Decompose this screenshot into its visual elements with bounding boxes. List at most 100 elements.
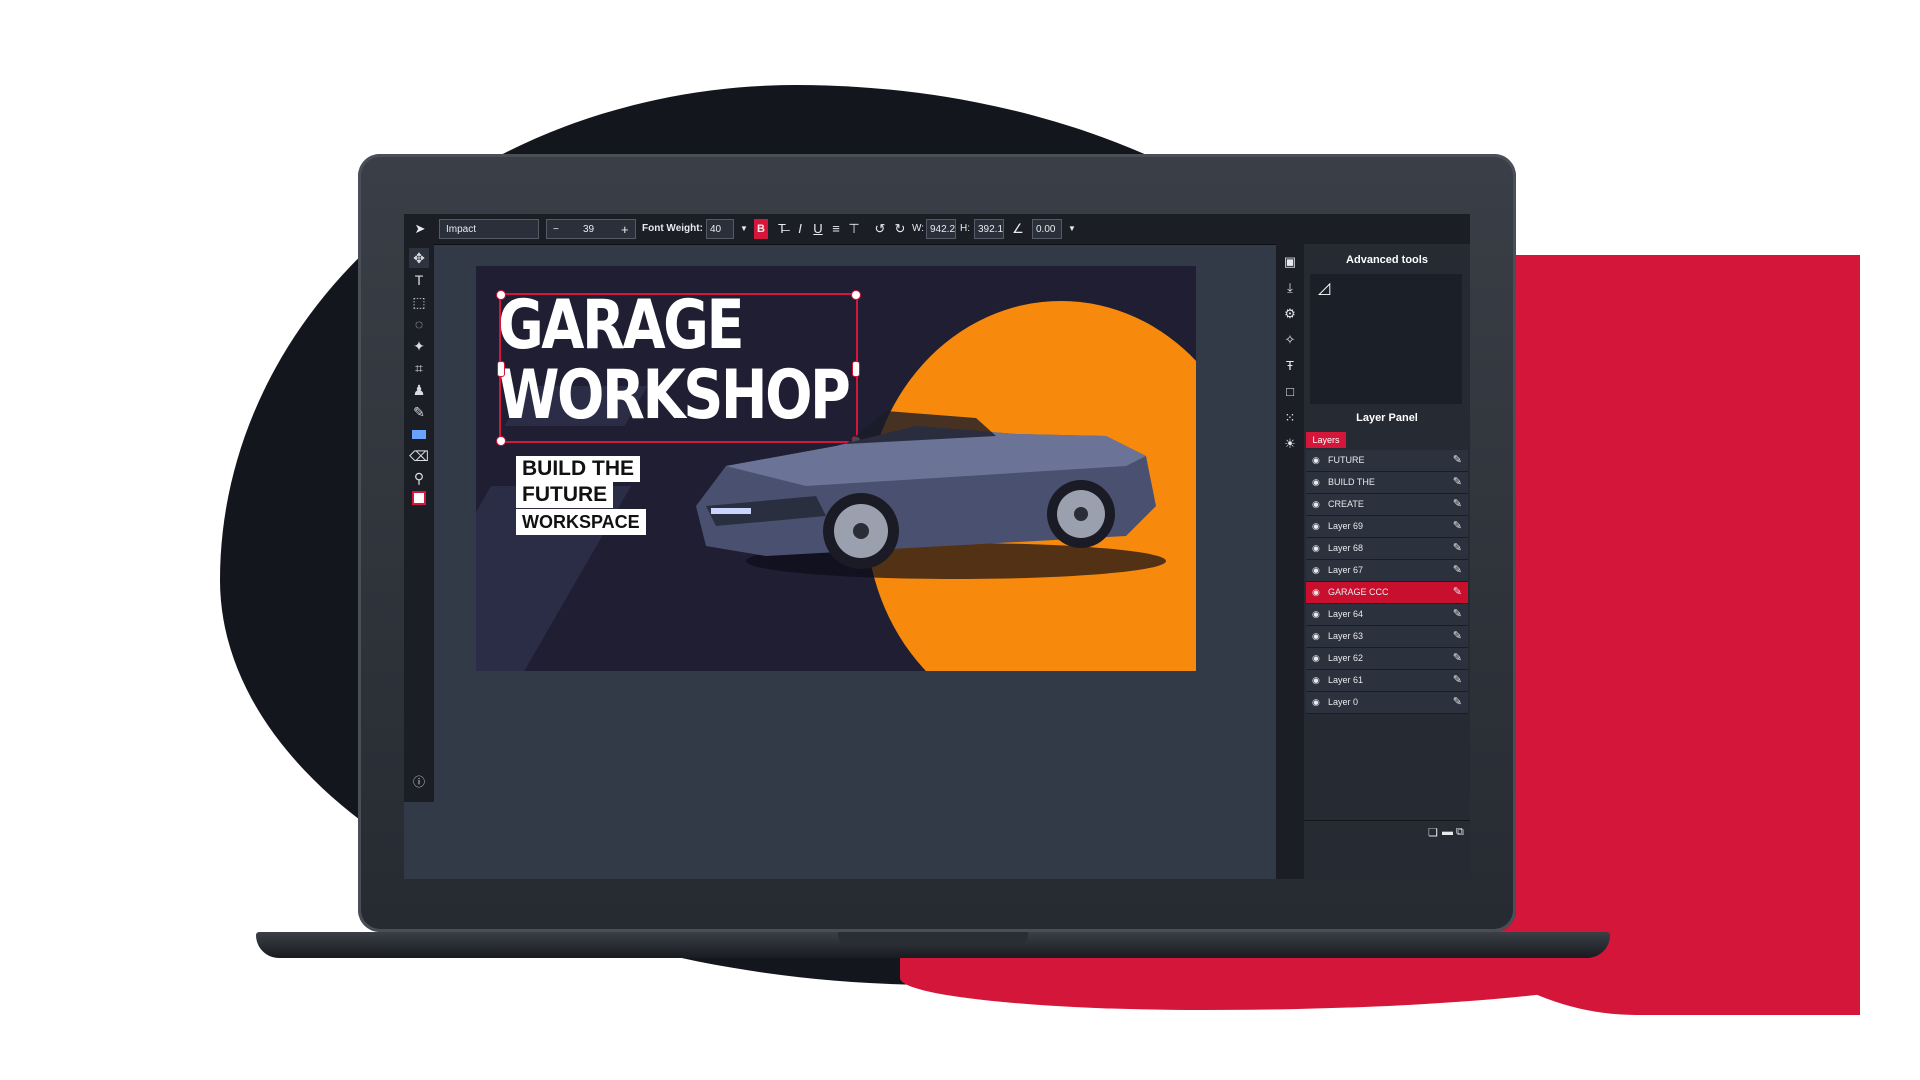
folder-icon[interactable]: ▬ [1442, 826, 1453, 838]
edit-icon[interactable]: ✎ [1453, 516, 1462, 537]
edit-icon[interactable]: ✎ [1453, 494, 1462, 515]
shape-tool-icon[interactable] [409, 424, 429, 444]
bold-button[interactable]: B [754, 219, 768, 239]
font-size-stepper[interactable]: − 39 + [546, 219, 636, 239]
align-top-icon[interactable]: ⊤ [844, 219, 864, 239]
magic-wand-icon[interactable]: ✦ [409, 336, 429, 356]
eye-icon[interactable]: ◉ [1312, 516, 1320, 537]
effects-icon[interactable]: ✧ [1280, 330, 1300, 350]
laptop-notch [838, 932, 1028, 946]
redo-icon[interactable]: ↻ [890, 219, 910, 239]
car-image[interactable] [686, 396, 1166, 586]
trash-icon[interactable]: 🗑 [1468, 826, 1470, 839]
eye-icon[interactable]: ◉ [1312, 560, 1320, 581]
move-tool-icon[interactable]: ✥ [409, 248, 429, 268]
undo-icon[interactable]: ↺ [870, 219, 890, 239]
layer-row[interactable]: ◉ Layer 0 ✎ [1306, 692, 1468, 714]
layer-row[interactable]: ◉ GARAGE CCC ✎ [1306, 582, 1468, 604]
edit-icon[interactable]: ✎ [1453, 582, 1462, 603]
chevron-down-icon[interactable]: ▼ [1062, 219, 1082, 239]
font-size-value[interactable]: 39 [583, 220, 594, 240]
resize-handle[interactable] [496, 436, 506, 446]
zoom-tool-icon[interactable]: ⚲ [409, 468, 429, 488]
eye-icon[interactable]: ◉ [1312, 670, 1320, 691]
frame-icon[interactable]: □ [1280, 382, 1300, 402]
edit-icon[interactable]: ✎ [1453, 560, 1462, 581]
text-style-icon[interactable]: Ŧ [1280, 356, 1300, 376]
edit-icon[interactable]: ✎ [1453, 538, 1462, 559]
brightness-icon[interactable]: ☀ [1280, 434, 1300, 454]
tag-build-the[interactable]: BUILD THE [516, 456, 640, 482]
underline-icon[interactable]: U [808, 219, 828, 239]
align-left-icon[interactable]: ≡ [826, 219, 846, 239]
edit-icon[interactable]: ✎ [1453, 604, 1462, 625]
layer-row[interactable]: ◉ Layer 61 ✎ [1306, 670, 1468, 692]
layer-row[interactable]: ◉ BUILD THE ✎ [1306, 472, 1468, 494]
color-picker-icon[interactable] [409, 490, 429, 510]
font-weight-select[interactable]: 40 [706, 219, 734, 239]
layer-row[interactable]: ◉ Layer 62 ✎ [1306, 648, 1468, 670]
layer-name: CREATE [1328, 499, 1364, 509]
resize-handle[interactable] [851, 290, 861, 300]
italic-icon[interactable]: I [790, 219, 810, 239]
download-icon[interactable]: ⤓ [1280, 278, 1300, 298]
settings-icon[interactable]: ⚙ [1280, 304, 1300, 324]
duplicate-icon[interactable]: ⧉ [1456, 826, 1464, 839]
edit-icon[interactable]: ✎ [1453, 670, 1462, 691]
eye-icon[interactable]: ◉ [1312, 692, 1320, 713]
eye-icon[interactable]: ◉ [1312, 648, 1320, 669]
save-icon[interactable]: ▣ [1280, 252, 1300, 272]
layer-row[interactable]: ◉ Layer 63 ✎ [1306, 626, 1468, 648]
advanced-tools-title: Advanced tools [1346, 254, 1428, 266]
layer-name: Layer 68 [1328, 543, 1364, 553]
eye-icon[interactable]: ◉ [1312, 626, 1320, 647]
layers-tab[interactable]: Layers [1306, 432, 1346, 448]
info-icon[interactable]: ⓘ [409, 772, 429, 792]
edit-icon[interactable]: ✎ [1453, 450, 1462, 471]
brush-tool-icon[interactable]: ✎ [409, 402, 429, 422]
eraser-tool-icon[interactable]: ⌫ [409, 446, 429, 466]
eye-icon[interactable]: ◉ [1312, 494, 1320, 515]
stamp-tool-icon[interactable]: ♟ [409, 380, 429, 400]
tag-future[interactable]: FUTURE [516, 482, 614, 508]
eye-icon[interactable]: ◉ [1312, 450, 1320, 471]
crop-tool-icon[interactable]: ⌗ [409, 358, 429, 378]
layers-stack-icon[interactable]: ❏ [1428, 826, 1438, 839]
layer-name: BUILD THE [1328, 477, 1375, 487]
width-input[interactable]: 942.20 [926, 219, 956, 239]
tag-workspace[interactable]: WORKSPACE [516, 509, 646, 535]
increase-size-button[interactable]: + [621, 220, 629, 240]
eye-icon[interactable]: ◉ [1312, 472, 1320, 493]
eye-icon[interactable]: ◉ [1312, 604, 1320, 625]
rotation-input[interactable]: 0.00 [1032, 219, 1062, 239]
editor-app: ➤ Impact − 39 + Font Weight: 40 ▼ B T̶ I… [404, 214, 1470, 879]
pattern-icon[interactable]: ⁙ [1280, 408, 1300, 428]
chevron-down-icon[interactable]: ▼ [734, 219, 754, 239]
right-toolbar: ▣ ⤓ ⚙ ✧ Ŧ □ ⁙ ☀ [1276, 214, 1304, 879]
select-tool-icon[interactable]: ⬚ [409, 292, 429, 312]
resize-handle[interactable] [852, 361, 860, 377]
layer-row[interactable]: ◉ Layer 64 ✎ [1306, 604, 1468, 626]
lasso-tool-icon[interactable]: ◌ [409, 314, 429, 334]
edit-icon[interactable]: ✎ [1453, 626, 1462, 647]
layer-row[interactable]: ◉ Layer 69 ✎ [1306, 516, 1468, 538]
text-size-icon[interactable]: T̶ [772, 219, 792, 239]
edit-icon[interactable]: ✎ [1453, 692, 1462, 713]
advanced-tools-area: ◿ [1310, 274, 1462, 404]
canvas-artboard[interactable]: GARAGE WORKSHOP BUILD THE FUTURE WORKSPA… [476, 266, 1196, 671]
pointer-icon[interactable]: ➤ [410, 219, 430, 239]
resize-handle[interactable] [496, 290, 506, 300]
edit-icon[interactable]: ✎ [1453, 472, 1462, 493]
font-family-input[interactable]: Impact [439, 219, 539, 239]
text-tool-icon[interactable]: T [409, 270, 429, 290]
decrease-size-button[interactable]: − [553, 220, 559, 240]
resize-handle[interactable] [497, 361, 505, 377]
layer-row[interactable]: ◉ Layer 68 ✎ [1306, 538, 1468, 560]
eye-icon[interactable]: ◉ [1312, 538, 1320, 559]
layer-row[interactable]: ◉ CREATE ✎ [1306, 494, 1468, 516]
layer-row[interactable]: ◉ FUTURE ✎ [1306, 450, 1468, 472]
eye-icon[interactable]: ◉ [1312, 582, 1320, 603]
layer-row[interactable]: ◉ Layer 67 ✎ [1306, 560, 1468, 582]
height-input[interactable]: 392.13 [974, 219, 1004, 239]
edit-icon[interactable]: ✎ [1453, 648, 1462, 669]
